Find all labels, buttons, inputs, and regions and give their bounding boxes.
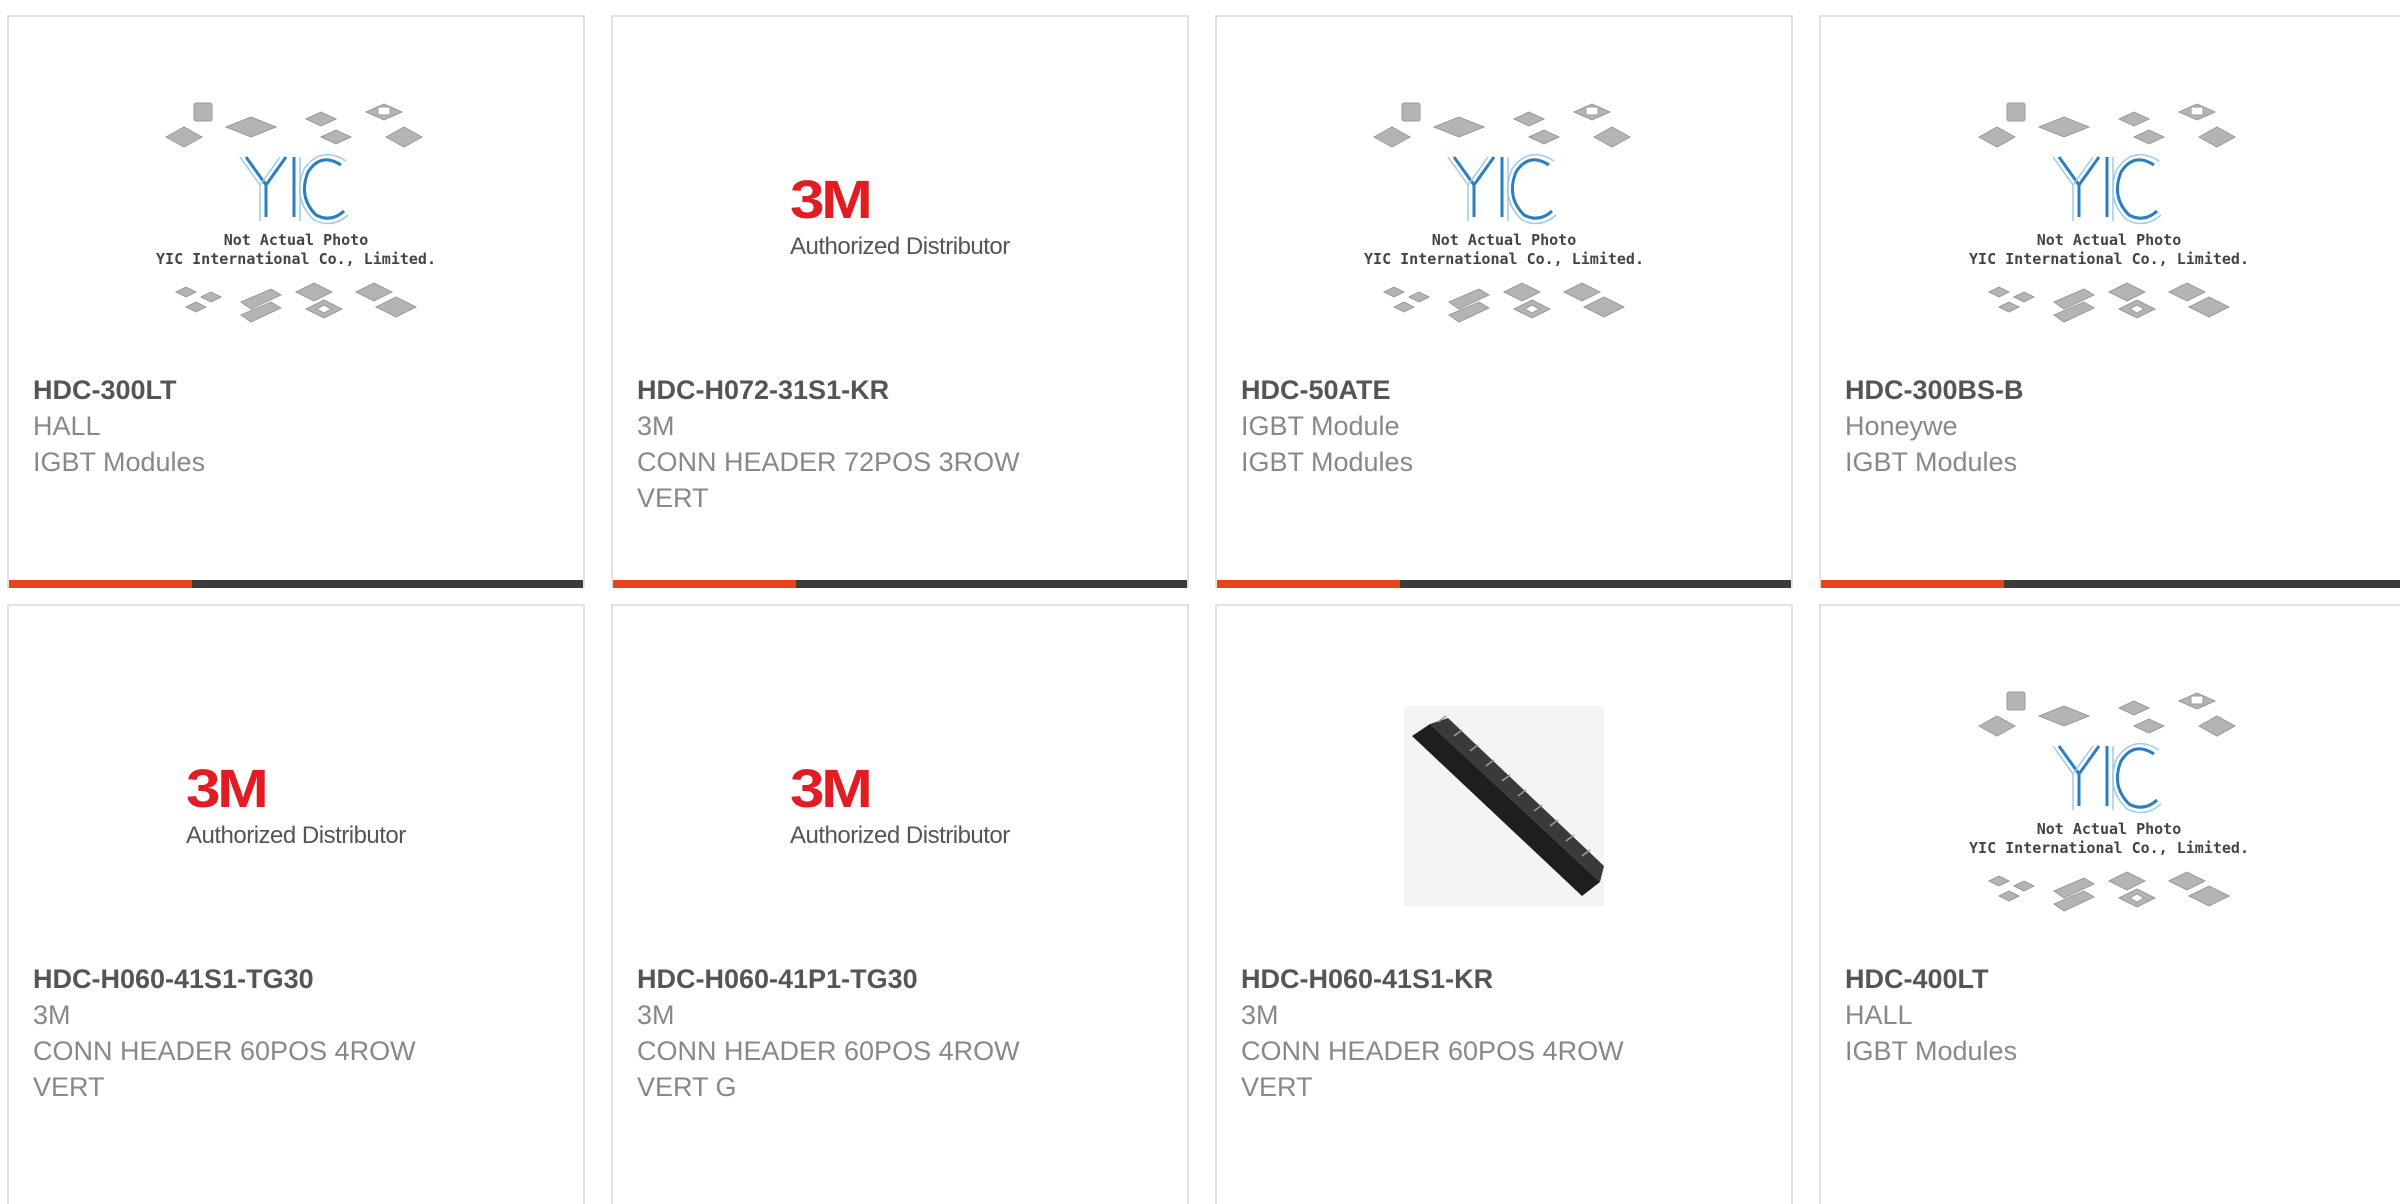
description: CONN HEADER 60POS 4ROW VERT G (637, 1036, 1020, 1102)
yic-company-label: YIC International Co., Limited. (1969, 839, 2249, 857)
product-image[interactable]: Not Actual Photo YIC International Co., … (1217, 67, 1791, 367)
connector-photo (1404, 706, 1604, 906)
yic-placeholder-image: Not Actual Photo YIC International Co., … (156, 102, 436, 323)
product-card[interactable]: 3M Authorized Distributor HDC-H060-41S1-… (7, 604, 585, 1204)
part-number[interactable]: HDC-400LT (1845, 961, 2376, 997)
3m-logo-tagline: Authorized Distributor (186, 822, 406, 849)
manufacturer: 3M (637, 1000, 675, 1030)
product-info: HDC-H072-31S1-KR 3M CONN HEADER 72POS 3R… (637, 372, 1163, 516)
card-bottom-bar (1821, 580, 2400, 588)
product-info: HDC-H060-41S1-KR 3M CONN HEADER 60POS 4R… (1241, 961, 1767, 1105)
product-image[interactable]: Not Actual Photo YIC International Co., … (1821, 67, 2397, 367)
manufacturer: IGBT Module (1241, 411, 1400, 441)
part-number[interactable]: HDC-300BS-B (1845, 372, 2376, 408)
yic-company-label: YIC International Co., Limited. (156, 250, 436, 268)
manufacturer: Honeywe (1845, 411, 1958, 441)
manufacturer: HALL (33, 411, 101, 441)
product-image[interactable]: Not Actual Photo YIC International Co., … (9, 67, 583, 367)
product-image[interactable]: 3M Authorized Distributor (9, 656, 583, 956)
description: IGBT Modules (1241, 447, 1414, 477)
description: CONN HEADER 72POS 3ROW VERT (637, 447, 1020, 513)
product-card[interactable]: Not Actual Photo YIC International Co., … (1819, 15, 2400, 588)
yic-placeholder-image: Not Actual Photo YIC International Co., … (1969, 691, 2249, 912)
yic-placeholder-image: Not Actual Photo YIC International Co., … (1364, 102, 1644, 323)
manufacturer: 3M (637, 411, 675, 441)
product-grid: Not Actual Photo YIC International Co., … (0, 0, 2400, 1204)
part-number[interactable]: HDC-300LT (33, 372, 559, 408)
product-info: HDC-H060-41S1-TG30 3M CONN HEADER 60POS … (33, 961, 559, 1105)
part-number[interactable]: HDC-50ATE (1241, 372, 1767, 408)
product-info: HDC-300BS-B Honeywe IGBT Modules (1845, 372, 2376, 480)
part-number[interactable]: HDC-H060-41P1-TG30 (637, 961, 1163, 997)
not-actual-photo-label: Not Actual Photo (2037, 231, 2182, 249)
product-image[interactable] (1217, 656, 1791, 956)
product-card[interactable]: Not Actual Photo YIC International Co., … (1215, 15, 1793, 588)
3m-logo-mark: 3M (790, 170, 873, 230)
not-actual-photo-label: Not Actual Photo (1432, 231, 1577, 249)
product-card[interactable]: Not Actual Photo YIC International Co., … (7, 15, 585, 588)
yic-company-label: YIC International Co., Limited. (1969, 250, 2249, 268)
product-info: HDC-400LT HALL IGBT Modules (1845, 961, 2376, 1069)
3m-logo-mark: 3M (790, 759, 873, 819)
product-image[interactable]: 3M Authorized Distributor (613, 67, 1187, 367)
3m-logo-mark: 3M (186, 759, 269, 819)
product-card[interactable]: HDC-H060-41S1-KR 3M CONN HEADER 60POS 4R… (1215, 604, 1793, 1204)
product-info: HDC-H060-41P1-TG30 3M CONN HEADER 60POS … (637, 961, 1163, 1105)
not-actual-photo-label: Not Actual Photo (224, 231, 369, 249)
product-card[interactable]: Not Actual Photo YIC International Co., … (1819, 604, 2400, 1204)
card-bottom-bar (9, 580, 583, 588)
product-card[interactable]: 3M Authorized Distributor HDC-H060-41P1-… (611, 604, 1189, 1204)
yic-company-label: YIC International Co., Limited. (1364, 250, 1644, 268)
manufacturer: 3M (33, 1000, 71, 1030)
product-image[interactable]: Not Actual Photo YIC International Co., … (1821, 656, 2397, 956)
product-info: HDC-300LT HALL IGBT Modules (33, 372, 559, 480)
product-image[interactable]: 3M Authorized Distributor (613, 656, 1187, 956)
3m-logo-tagline: Authorized Distributor (790, 233, 1010, 260)
product-info: HDC-50ATE IGBT Module IGBT Modules (1241, 372, 1767, 480)
manufacturer: 3M (1241, 1000, 1279, 1030)
part-number[interactable]: HDC-H072-31S1-KR (637, 372, 1163, 408)
not-actual-photo-label: Not Actual Photo (2037, 820, 2182, 838)
3m-logo: 3M Authorized Distributor (186, 762, 406, 850)
description: CONN HEADER 60POS 4ROW VERT (1241, 1036, 1624, 1102)
card-bottom-bar (1217, 580, 1791, 588)
card-bottom-bar (613, 580, 1187, 588)
description: IGBT Modules (1845, 1036, 2018, 1066)
description: IGBT Modules (1845, 447, 2018, 477)
yic-placeholder-image: Not Actual Photo YIC International Co., … (1969, 102, 2249, 323)
manufacturer: HALL (1845, 1000, 1913, 1030)
3m-logo: 3M Authorized Distributor (790, 762, 1010, 850)
part-number[interactable]: HDC-H060-41S1-KR (1241, 961, 1767, 997)
product-card[interactable]: 3M Authorized Distributor HDC-H072-31S1-… (611, 15, 1189, 588)
3m-logo: 3M Authorized Distributor (790, 173, 1010, 261)
description: IGBT Modules (33, 447, 206, 477)
part-number[interactable]: HDC-H060-41S1-TG30 (33, 961, 559, 997)
description: CONN HEADER 60POS 4ROW VERT (33, 1036, 416, 1102)
3m-logo-tagline: Authorized Distributor (790, 822, 1010, 849)
